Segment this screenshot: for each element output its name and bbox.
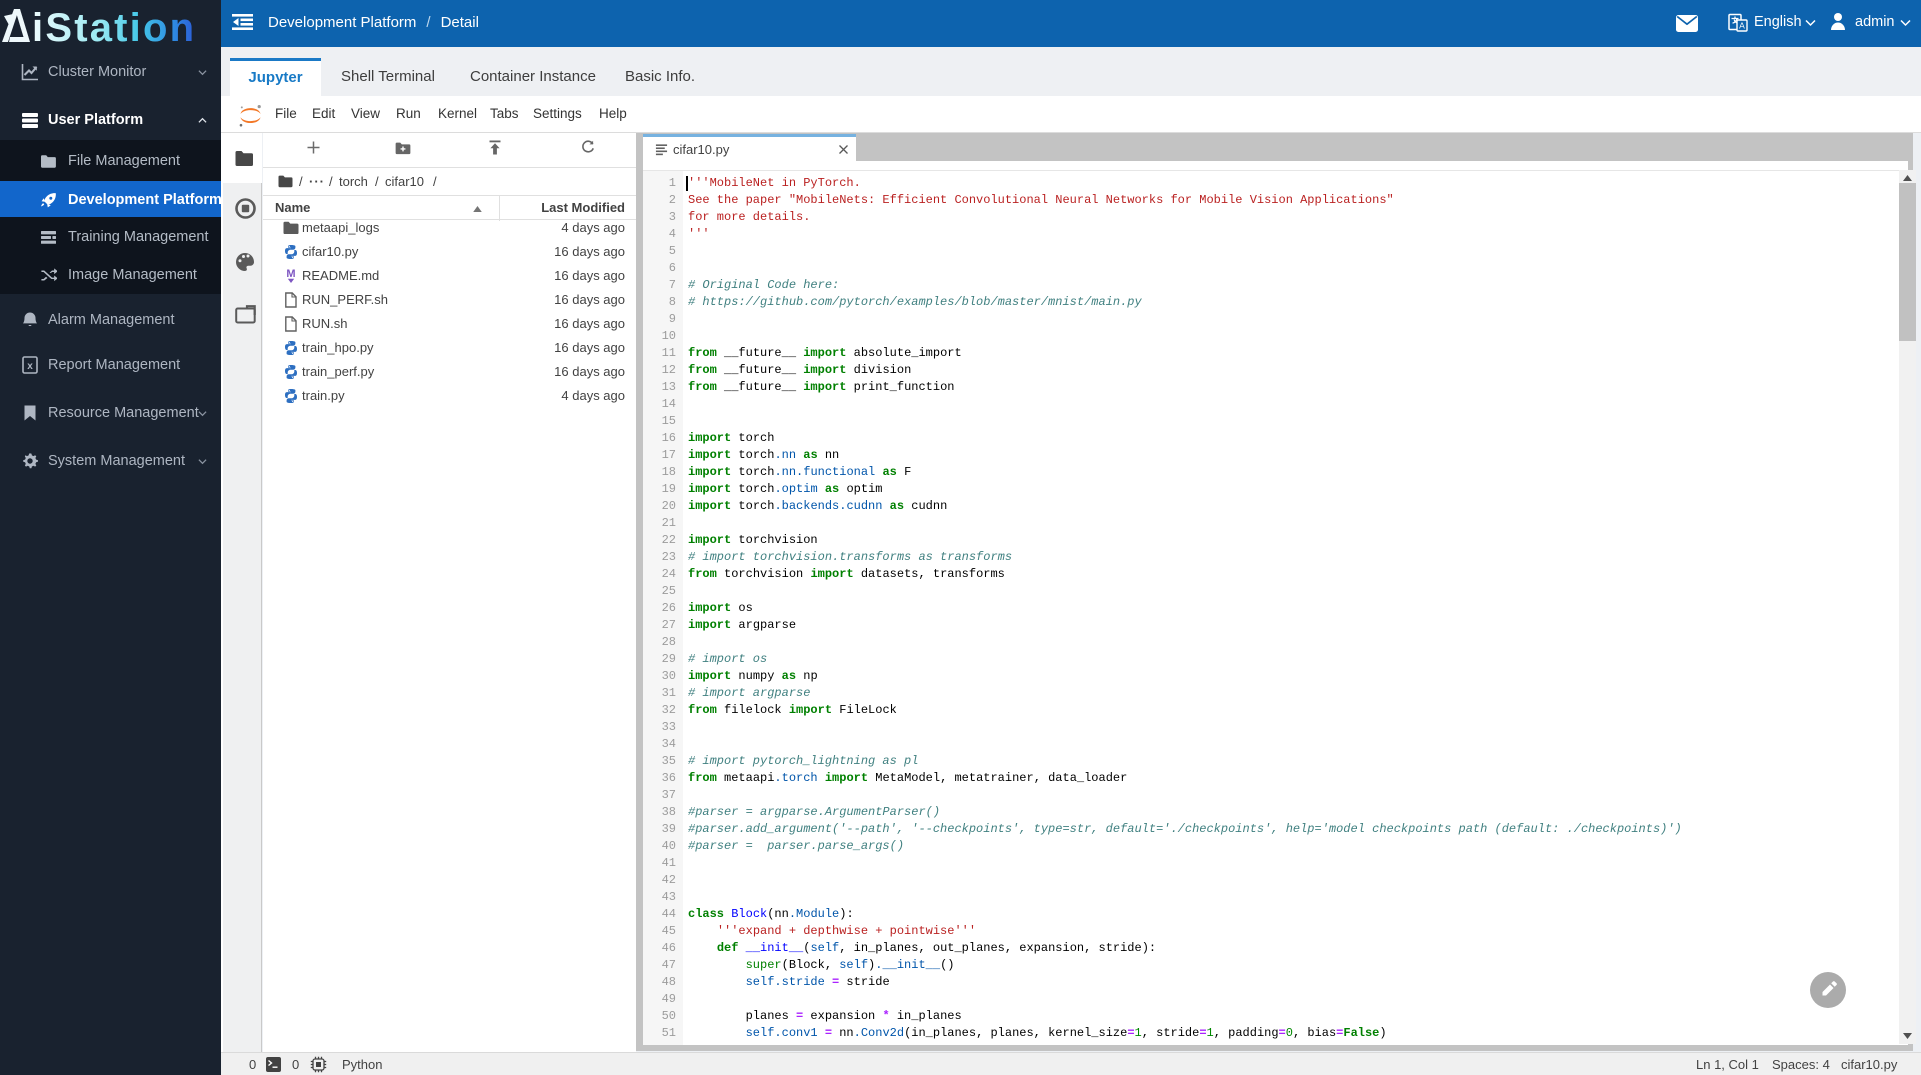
- svg-text:iStation: iStation: [32, 6, 196, 45]
- svg-text:A: A: [1739, 21, 1745, 31]
- svg-text:x: x: [27, 361, 33, 372]
- svg-text:M: M: [286, 268, 295, 280]
